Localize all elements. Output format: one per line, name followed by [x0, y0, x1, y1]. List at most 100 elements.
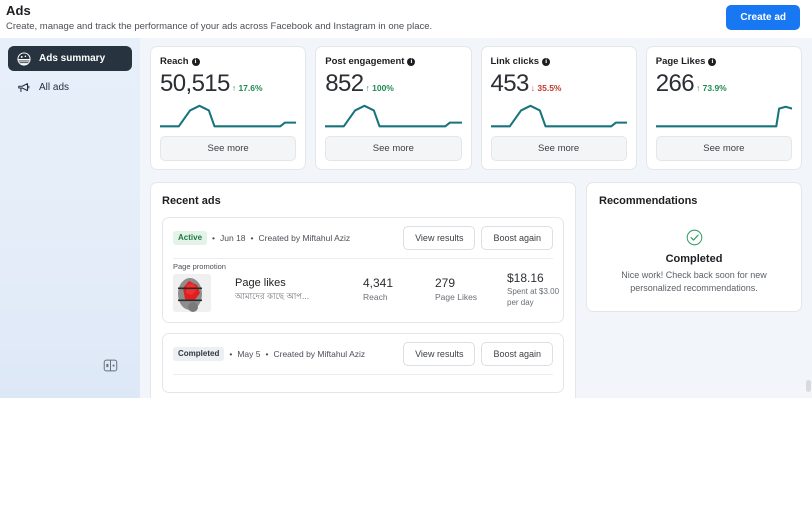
metric-label: Page Likes — [435, 291, 478, 302]
stat-card-link-clicks: Link clicks i 453 ↓ 35.5% See more — [480, 46, 637, 170]
stat-card-post-engagement: Post engagement i 852 ↑ 100% See more — [315, 46, 472, 170]
stat-value: 453 — [490, 70, 530, 97]
lower-row: Recent ads Active • Jun 18 • Created by … — [150, 182, 802, 398]
boost-again-button[interactable]: Boost again — [481, 226, 553, 250]
ad-item-header: Completed • May 5 • Created by Miftahul … — [163, 334, 563, 374]
recommendations-state-heading: Completed — [665, 253, 723, 265]
ad-thumbnail[interactable] — [173, 274, 211, 312]
meta-separator: • — [212, 233, 215, 243]
stat-card-label: Post engagement i — [325, 56, 461, 67]
sparkline-reach — [160, 104, 297, 128]
viewport-blank-area — [0, 398, 812, 525]
ad-creative-image — [173, 274, 211, 312]
sidebar-item-label: Ads summary — [39, 53, 106, 64]
ads-manager-page: Ads Create, manage and track the perform… — [0, 0, 812, 525]
stat-value: 266 — [655, 70, 695, 97]
recommendations-body: Completed Nice work! Check back soon for… — [599, 229, 789, 295]
stat-label-text: Post engagement — [325, 56, 405, 67]
sidebar: Ads summary All ads — [0, 38, 140, 398]
stat-label-text: Page Likes — [655, 56, 706, 67]
stats-row: Reach i 50,515 ↑ 17.6% See more Post eng… — [150, 46, 802, 170]
ad-metric-page-likes: 279 Page Likes — [435, 276, 497, 303]
status-badge: Active — [173, 231, 208, 245]
view-results-button[interactable]: View results — [403, 226, 476, 250]
ad-list-item: Completed • May 5 • Created by Miftahul … — [162, 333, 564, 393]
spend-label-line1: Spent at $3.00 — [507, 286, 560, 296]
metric-value: 279 — [435, 275, 456, 290]
stat-value-row: 266 ↑ 73.9% — [656, 70, 792, 97]
ad-date: May 5 — [237, 349, 261, 359]
ad-actions: View results Boost again — [403, 342, 553, 366]
stat-label-text: Reach — [160, 56, 189, 67]
page-title: Ads — [6, 3, 31, 18]
see-more-button[interactable]: See more — [490, 136, 627, 161]
ad-thumbnail-column: Page promotion — [173, 262, 226, 312]
page-subtitle: Create, manage and track the performance… — [6, 21, 433, 32]
ad-subtext: আমাদের কাছে আপ... — [235, 290, 310, 301]
status-badge: Completed — [173, 347, 225, 361]
spend-value: $18.16 — [507, 270, 544, 285]
ads-summary-icon — [17, 51, 31, 66]
info-icon[interactable]: i — [708, 57, 717, 66]
recent-ads-card: Recent ads Active • Jun 18 • Created by … — [150, 182, 576, 398]
stat-delta: ↑ 100% — [365, 83, 394, 93]
ad-item-header: Active • Jun 18 • Created by Miftahul Az… — [163, 218, 563, 258]
info-icon[interactable]: i — [191, 57, 200, 66]
ad-item-body: Page promotion Page likes আমাদের কাছে আপ… — [163, 259, 563, 322]
stat-value: 852 — [325, 70, 364, 97]
check-circle-icon — [686, 229, 702, 246]
ad-creator: Created by Miftahul Aziz — [273, 349, 366, 359]
sidebar-item-all-ads[interactable]: All ads — [8, 75, 132, 100]
ad-list-item: Active • Jun 18 • Created by Miftahul Az… — [162, 217, 564, 323]
main-content: Reach i 50,515 ↑ 17.6% See more Post eng… — [140, 38, 812, 398]
sidebar-toggle-icon — [103, 359, 117, 371]
stat-card-label: Link clicks i — [491, 56, 627, 67]
sidebar-item-label: All ads — [39, 82, 70, 93]
stat-delta: ↓ 35.5% — [530, 83, 562, 93]
meta-separator: • — [250, 233, 254, 243]
ad-metric-spend: $18.16 Spent at $3.00 per day — [507, 271, 593, 308]
stat-delta: ↑ 17.6% — [231, 83, 263, 93]
stat-value-row: 50,515 ↑ 17.6% — [160, 70, 296, 97]
metric-value: 4,341 — [363, 275, 394, 290]
scrollbar-thumb[interactable] — [806, 380, 811, 392]
ad-meta: Completed • May 5 • Created by Miftahul … — [173, 347, 365, 361]
megaphone-icon — [17, 81, 31, 95]
recommendations-title: Recommendations — [599, 195, 698, 207]
stat-card-page-likes: Page Likes i 266 ↑ 73.9% See more — [645, 46, 802, 170]
stat-card-label: Reach i — [160, 56, 296, 67]
stat-card-label: Page Likes i — [656, 56, 792, 67]
see-more-button[interactable]: See more — [325, 136, 462, 161]
recent-ads-title: Recent ads — [162, 195, 221, 207]
ad-thumb-caption: Page promotion — [173, 262, 226, 271]
ad-metric-reach: 4,341 Reach — [363, 276, 425, 303]
ad-date: Jun 18 — [220, 233, 246, 243]
info-icon[interactable]: i — [407, 57, 416, 66]
sparkline-post-engagement — [325, 104, 462, 128]
ad-text-column: Page likes আমাদের কাছে আপ... — [235, 276, 353, 303]
ad-meta: Active • Jun 18 • Created by Miftahul Az… — [173, 231, 350, 245]
ad-actions: View results Boost again — [403, 226, 553, 250]
stat-value: 50,515 — [160, 70, 230, 97]
stat-value-row: 453 ↓ 35.5% — [491, 70, 627, 97]
spend-label-line2: per day — [507, 297, 534, 307]
view-results-button[interactable]: View results — [403, 342, 476, 366]
stat-delta: ↑ 73.9% — [696, 83, 727, 93]
info-icon[interactable]: i — [542, 57, 551, 66]
create-ad-button[interactable]: Create ad — [726, 5, 800, 30]
page-body: Ads summary All ads Reach i 50,515 ↑ 17.… — [0, 38, 812, 398]
ad-creator: Created by Miftahul Aziz — [258, 233, 351, 243]
see-more-button[interactable]: See more — [655, 136, 792, 161]
sidebar-item-ads-summary[interactable]: Ads summary — [8, 46, 132, 71]
recommendations-card: Recommendations Completed Nice work! Che… — [586, 182, 802, 312]
meta-separator: • — [265, 349, 269, 359]
metric-label: Reach — [363, 291, 388, 302]
sidebar-toggle-button[interactable] — [100, 355, 120, 375]
sparkline-page-likes — [655, 105, 792, 128]
boost-again-button[interactable]: Boost again — [481, 342, 553, 366]
ad-headline: Page likes — [235, 276, 286, 289]
stat-value-row: 852 ↑ 100% — [325, 70, 461, 97]
see-more-button[interactable]: See more — [160, 136, 297, 161]
stat-label-text: Link clicks — [490, 56, 540, 67]
stat-card-reach: Reach i 50,515 ↑ 17.6% See more — [150, 46, 307, 170]
